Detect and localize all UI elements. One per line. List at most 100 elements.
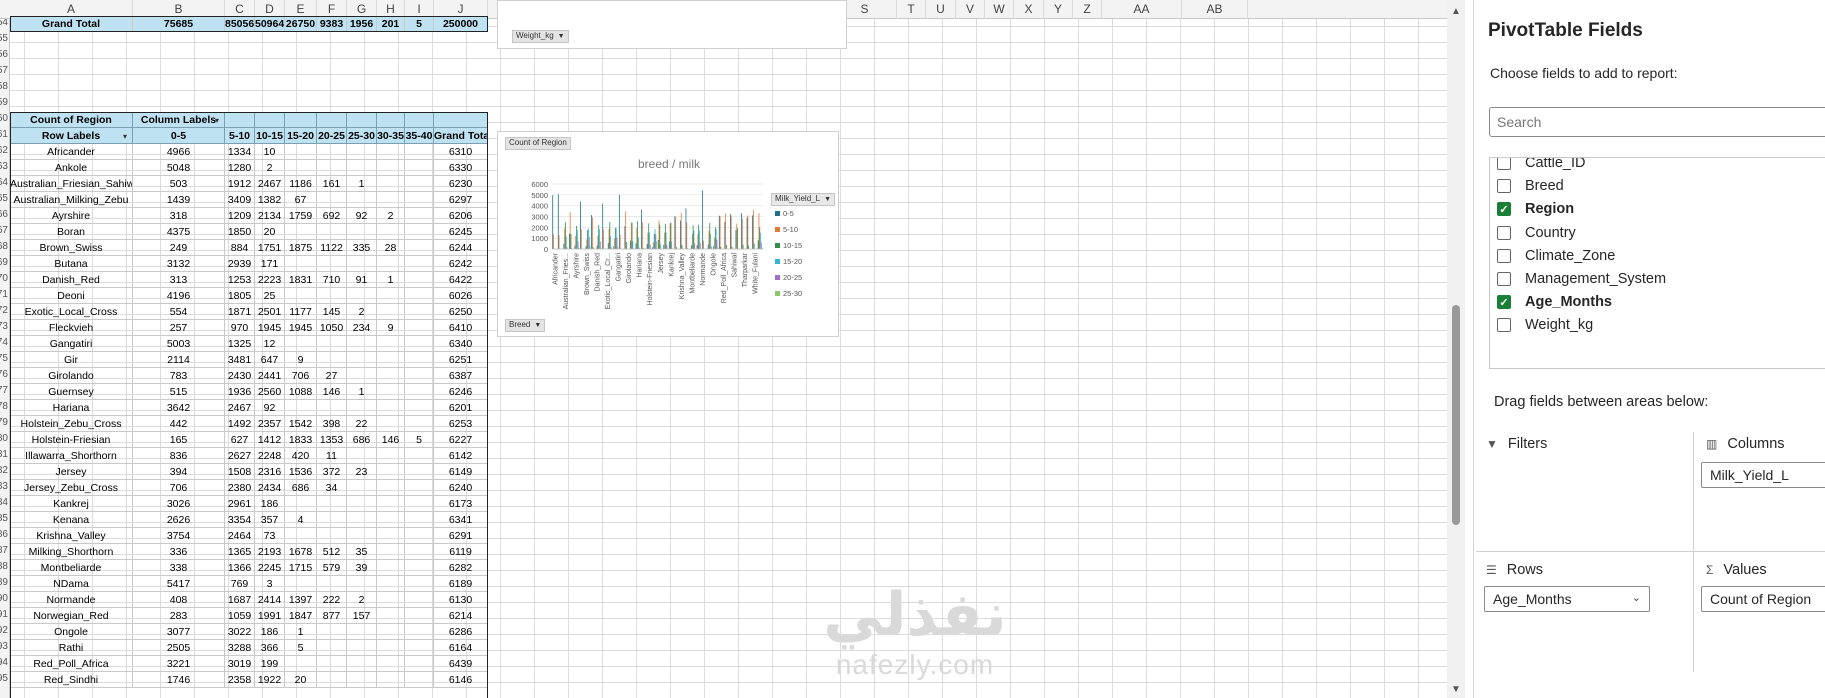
value-cell[interactable] <box>377 576 405 592</box>
value-cell[interactable] <box>405 528 434 544</box>
chart-bar[interactable] <box>680 220 681 249</box>
value-cell[interactable]: 1088 <box>285 384 317 400</box>
row-number[interactable]: 85 <box>0 511 8 527</box>
rows-area[interactable]: ☰ Rows Age_Months ⌄ <box>1482 562 1652 672</box>
value-cell[interactable]: 3354 <box>225 512 255 528</box>
chart-bar[interactable] <box>553 234 554 249</box>
value-cell[interactable]: 186 <box>255 624 285 640</box>
value-cell[interactable] <box>285 160 317 176</box>
value-cell[interactable] <box>317 144 347 160</box>
value-cell[interactable]: 579 <box>317 560 347 576</box>
value-cell[interactable] <box>347 512 377 528</box>
row-number[interactable]: 64 <box>0 175 8 191</box>
chart-bar[interactable] <box>597 235 599 249</box>
value-cell[interactable]: 1 <box>285 624 317 640</box>
chart-bar[interactable] <box>674 216 676 249</box>
value-cell[interactable]: 313 <box>133 272 225 288</box>
value-cell[interactable] <box>317 224 347 240</box>
chart-bar[interactable] <box>646 244 648 249</box>
checkbox-icon[interactable] <box>1497 272 1511 286</box>
row-label-cell[interactable]: Norwegian_Red <box>10 608 133 624</box>
value-cell[interactable]: 1751 <box>255 240 285 256</box>
row-number[interactable]: 92 <box>0 623 8 639</box>
value-cell[interactable]: 1209 <box>225 208 255 224</box>
chart-bar[interactable] <box>641 222 643 249</box>
chart-bar[interactable] <box>574 245 576 249</box>
value-cell[interactable]: 1912 <box>225 176 255 192</box>
chart-weight-partial[interactable]: Weight_kg ▼ <box>497 0 847 49</box>
value-cell[interactable]: 366 <box>255 640 285 656</box>
row-number[interactable]: 88 <box>0 559 8 575</box>
value-cell[interactable]: 2223 <box>255 272 285 288</box>
legend-item[interactable]: 15-20 <box>775 257 802 266</box>
value-cell[interactable] <box>347 352 377 368</box>
scroll-thumb[interactable] <box>1452 305 1460 525</box>
field-item[interactable]: Cattle_ID <box>1497 158 1585 174</box>
value-cell[interactable]: 34 <box>317 480 347 496</box>
chart-bar[interactable] <box>568 233 570 249</box>
chart-bar[interactable] <box>730 214 731 249</box>
value-cell[interactable]: 2939 <box>225 256 255 272</box>
value-cell[interactable]: 2316 <box>255 464 285 480</box>
row-label-cell[interactable]: Girolando <box>10 368 133 384</box>
field-item[interactable]: Climate_Zone <box>1497 245 1615 267</box>
value-cell[interactable]: 2 <box>347 592 377 608</box>
row-label-cell[interactable]: Africander <box>10 144 133 160</box>
value-cell[interactable] <box>377 304 405 320</box>
value-cell[interactable] <box>347 496 377 512</box>
chart-bar[interactable] <box>714 227 716 249</box>
value-cell[interactable]: 2467 <box>225 400 255 416</box>
value-cell[interactable]: 1397 <box>285 592 317 608</box>
value-cell[interactable] <box>377 480 405 496</box>
chart-bar[interactable] <box>619 234 621 249</box>
value-cell[interactable] <box>405 416 434 432</box>
value-cell[interactable] <box>347 624 377 640</box>
chart-bar[interactable] <box>668 241 670 249</box>
row-label-cell[interactable]: Gangatiri <box>10 336 133 352</box>
value-cell[interactable] <box>377 144 405 160</box>
value-cell[interactable]: 20 <box>255 224 285 240</box>
header-cell[interactable] <box>285 112 317 128</box>
value-cell[interactable]: 6422 <box>434 272 488 288</box>
chart-bar[interactable] <box>713 245 715 249</box>
value-cell[interactable] <box>347 448 377 464</box>
value-cell[interactable]: 2501 <box>255 304 285 320</box>
value-cell[interactable]: 1508 <box>225 464 255 480</box>
value-cell[interactable] <box>405 672 434 688</box>
value-cell[interactable]: 91 <box>347 272 377 288</box>
value-cell[interactable]: 1366 <box>225 560 255 576</box>
value-cell[interactable]: 6286 <box>434 624 488 640</box>
column-header[interactable]: V <box>956 0 985 19</box>
rows-chip[interactable]: Age_Months ⌄ <box>1484 586 1650 612</box>
chart-bar[interactable] <box>648 223 650 249</box>
value-cell[interactable]: 3642 <box>133 400 225 416</box>
value-cell[interactable]: 2245 <box>255 560 285 576</box>
value-cell[interactable]: 6230 <box>434 176 488 192</box>
chart-bar[interactable] <box>724 221 726 249</box>
chart-bar[interactable] <box>760 232 761 249</box>
value-cell[interactable] <box>317 656 347 672</box>
row-number[interactable]: 59 <box>0 95 8 111</box>
row-label-cell[interactable]: Kankrej <box>10 496 133 512</box>
value-cell[interactable]: 6439 <box>434 656 488 672</box>
value-cell[interactable] <box>317 160 347 176</box>
value-cell[interactable] <box>377 256 405 272</box>
value-cell[interactable]: 1325 <box>225 336 255 352</box>
chart-bar[interactable] <box>577 241 579 250</box>
value-cell[interactable] <box>377 640 405 656</box>
value-cell[interactable]: 336 <box>133 544 225 560</box>
scroll-down-icon[interactable]: ▼ <box>1451 684 1461 695</box>
value-cell[interactable]: 1050 <box>317 320 347 336</box>
chart-bar[interactable] <box>618 194 620 249</box>
value-cell[interactable]: 1759 <box>285 208 317 224</box>
value-cell[interactable]: 1 <box>347 384 377 400</box>
row-number[interactable]: 78 <box>0 399 8 415</box>
chart-bar[interactable] <box>608 228 610 249</box>
row-number[interactable]: 77 <box>0 383 8 399</box>
row-number[interactable]: 83 <box>0 479 8 495</box>
chart-bar[interactable] <box>603 229 604 249</box>
grand-total-value[interactable]: 9383 <box>317 16 347 32</box>
value-cell[interactable]: 2627 <box>225 448 255 464</box>
chart-bar[interactable] <box>702 190 704 249</box>
value-cell[interactable]: 6297 <box>434 192 488 208</box>
